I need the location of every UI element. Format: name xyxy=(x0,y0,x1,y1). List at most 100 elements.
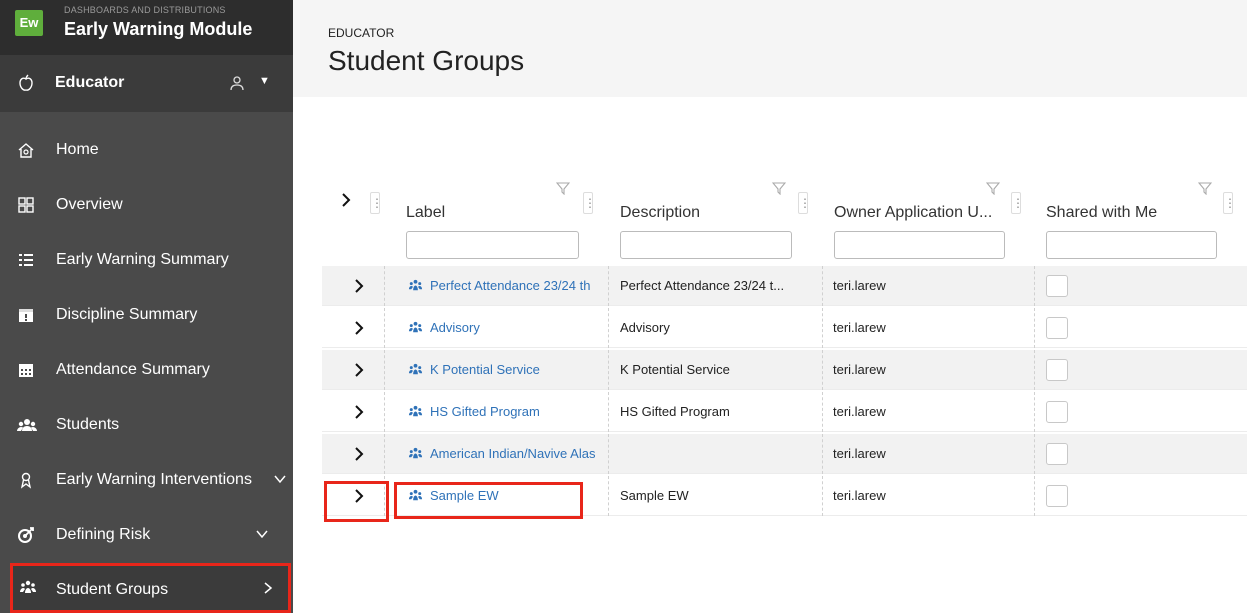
apple-icon xyxy=(19,74,33,91)
shared-checkbox[interactable] xyxy=(1046,359,1068,381)
column-menu-handle[interactable]: ⋮ xyxy=(798,192,811,214)
filter-icon[interactable] xyxy=(986,181,1000,195)
column-header-owner[interactable]: Owner Application U... ⋮ xyxy=(822,178,1034,268)
group-owner: teri.larew xyxy=(833,278,886,293)
column-divider xyxy=(822,308,823,348)
students-icon xyxy=(17,419,37,431)
sidebar-item-overview[interactable]: Overview xyxy=(0,182,293,228)
group-icon xyxy=(408,279,423,291)
highlight-sample-ew xyxy=(394,482,583,519)
shared-checkbox[interactable] xyxy=(1046,443,1068,465)
group-icon xyxy=(408,363,423,375)
column-divider xyxy=(608,308,609,348)
caret-down-icon[interactable]: ▼ xyxy=(259,75,270,87)
user-switch-icon[interactable] xyxy=(229,75,245,91)
column-header-description[interactable]: Description ⋮ xyxy=(608,178,822,268)
shared-checkbox[interactable] xyxy=(1046,485,1068,507)
column-menu-handle[interactable]: ⋮ xyxy=(583,192,596,214)
shared-checkbox[interactable] xyxy=(1046,317,1068,339)
filter-icon[interactable] xyxy=(772,181,786,195)
table-row[interactable]: HS Gifted Program HS Gifted Program teri.l… xyxy=(322,392,1247,432)
shared-filter-input[interactable] xyxy=(1046,231,1217,259)
column-divider xyxy=(384,434,385,474)
brand-logo[interactable]: Ew xyxy=(15,10,43,36)
column-divider xyxy=(384,308,385,348)
chevron-right-icon[interactable] xyxy=(339,192,353,208)
label-filter-input[interactable] xyxy=(406,231,579,259)
column-divider xyxy=(608,476,609,516)
page-header: EDUCATOR Student Groups xyxy=(293,0,1247,97)
sidebar: Ew DASHBOARDS AND DISTRIBUTIONS Early Wa… xyxy=(0,0,293,613)
chevron-right-icon[interactable] xyxy=(352,320,366,336)
page-title: Student Groups xyxy=(328,45,525,76)
chevron-down-icon[interactable] xyxy=(255,527,269,541)
owner-filter-input[interactable] xyxy=(834,231,1005,259)
shared-checkbox[interactable] xyxy=(1046,401,1068,423)
table-row[interactable]: Perfect Attendance 23/24 th Perfect Atten… xyxy=(322,266,1247,306)
table-row[interactable]: K Potential Service K Potential Service te… xyxy=(322,350,1247,390)
column-menu-handle[interactable]: ⋮ xyxy=(370,192,383,214)
shared-checkbox[interactable] xyxy=(1046,275,1068,297)
sidebar-item-student-groups[interactable]: Student Groups xyxy=(10,563,291,613)
column-divider xyxy=(1034,350,1035,390)
group-label-link[interactable]: Advisory xyxy=(430,320,608,335)
description-filter-input[interactable] xyxy=(620,231,792,259)
sidebar-item-home[interactable]: Home xyxy=(0,127,293,173)
group-owner: teri.larew xyxy=(833,446,886,461)
column-header-label[interactable]: Label ⋮ xyxy=(394,178,608,268)
chevron-right-icon[interactable] xyxy=(352,446,366,462)
brand-subtitle: DASHBOARDS AND DISTRIBUTIONS xyxy=(64,5,226,15)
ribbon-icon xyxy=(20,472,32,489)
home-icon xyxy=(18,143,34,158)
sidebar-item-label: Home xyxy=(56,141,99,158)
table-row[interactable]: American Indian/Navive Alas teri.larew xyxy=(322,434,1247,474)
group-icon xyxy=(408,405,423,417)
chevron-right-icon[interactable] xyxy=(352,278,366,294)
filter-icon[interactable] xyxy=(1198,181,1212,195)
chevron-down-icon[interactable] xyxy=(273,472,287,486)
brand-title[interactable]: Early Warning Module xyxy=(64,19,252,40)
group-description: K Potential Service xyxy=(620,362,730,377)
sidebar-item-label: Early Warning Interventions xyxy=(56,471,252,488)
column-divider xyxy=(1034,392,1035,432)
group-icon xyxy=(408,447,423,459)
column-divider xyxy=(608,350,609,390)
column-title: Owner Application U... xyxy=(834,204,993,221)
highlight-row-expand xyxy=(324,481,389,522)
column-title: Shared with Me xyxy=(1046,204,1158,221)
sidebar-item-early-warning-interventions[interactable]: Early Warning Interventions xyxy=(0,457,293,503)
group-owner: teri.larew xyxy=(833,488,886,503)
filter-icon[interactable] xyxy=(556,181,570,195)
group-label-link[interactable]: American Indian/Navive Alas xyxy=(430,446,608,461)
chevron-right-icon[interactable] xyxy=(261,581,275,595)
column-divider xyxy=(1034,476,1035,516)
column-divider xyxy=(608,266,609,306)
sidebar-item-attendance-summary[interactable]: Attendance Summary xyxy=(0,347,293,393)
group-icon xyxy=(20,580,36,593)
group-label-link[interactable]: HS Gifted Program xyxy=(430,404,608,419)
column-menu-handle[interactable]: ⋮ xyxy=(1011,192,1024,214)
column-divider xyxy=(384,392,385,432)
table-row[interactable]: Advisory Advisory teri.larew xyxy=(322,308,1247,348)
group-owner: teri.larew xyxy=(833,404,886,419)
group-description: Advisory xyxy=(620,320,670,335)
role-switcher[interactable]: Educator ▼ xyxy=(0,55,293,112)
sidebar-item-defining-risk[interactable]: Defining Risk xyxy=(0,512,293,558)
column-header-shared[interactable]: Shared with Me ⋮ xyxy=(1034,178,1247,268)
list-icon xyxy=(19,254,33,266)
column-title: Description xyxy=(620,204,701,221)
column-divider xyxy=(1034,308,1035,348)
group-label-link[interactable]: K Potential Service xyxy=(430,362,608,377)
chevron-right-icon[interactable] xyxy=(352,362,366,378)
column-menu-handle[interactable]: ⋮ xyxy=(1223,192,1236,214)
column-divider xyxy=(1034,434,1035,474)
sidebar-item-early-warning-summary[interactable]: Early Warning Summary xyxy=(0,237,293,283)
sidebar-item-students[interactable]: Students xyxy=(0,402,293,448)
column-divider xyxy=(384,350,385,390)
group-label-link[interactable]: Perfect Attendance 23/24 th xyxy=(430,278,608,293)
chevron-right-icon[interactable] xyxy=(352,404,366,420)
sidebar-item-discipline-summary[interactable]: Discipline Summary xyxy=(0,292,293,338)
column-divider xyxy=(384,266,385,306)
breadcrumb: EDUCATOR xyxy=(328,26,395,40)
group-description: Perfect Attendance 23/24 t... xyxy=(620,278,785,293)
